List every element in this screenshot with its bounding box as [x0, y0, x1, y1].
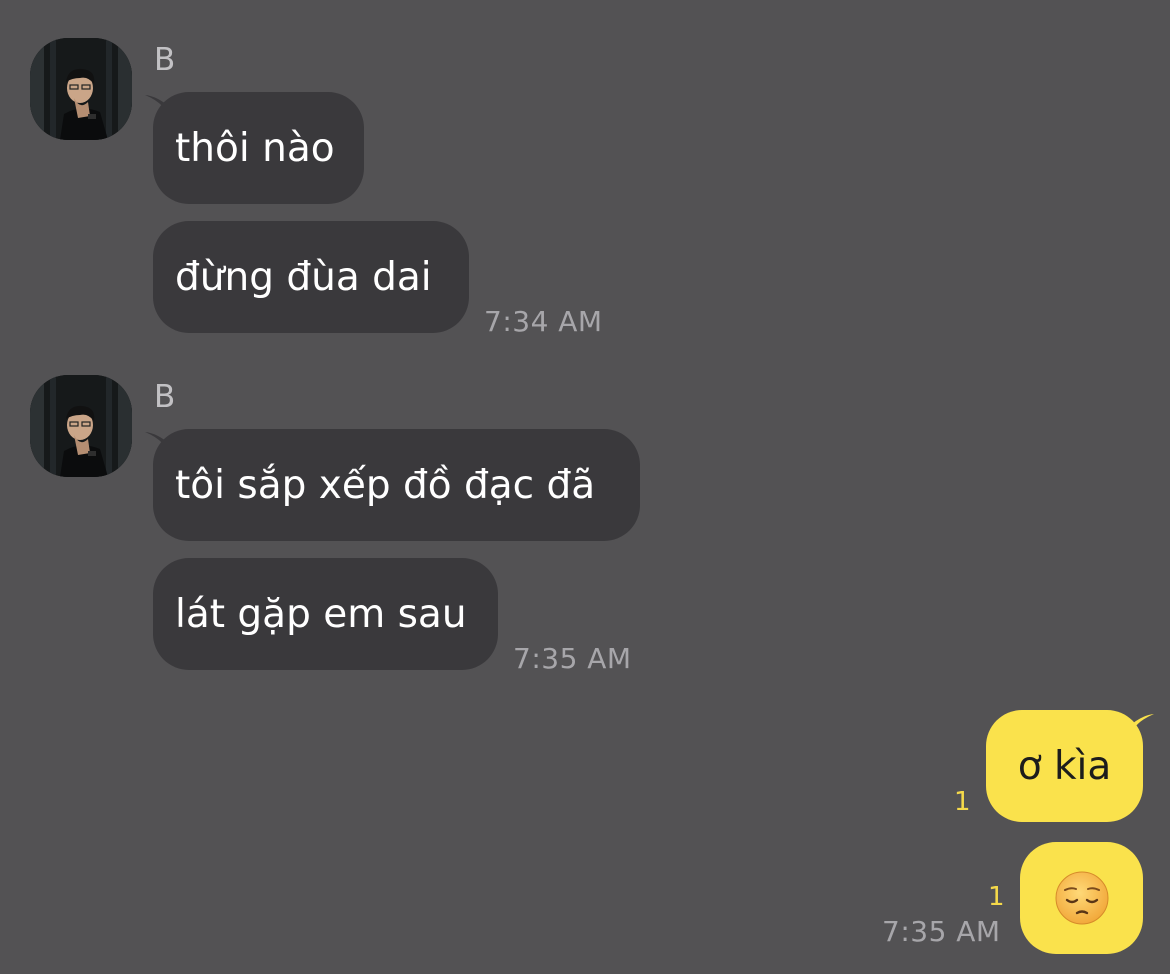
sender-name: B: [154, 379, 176, 415]
message-bubble[interactable]: tôi sắp xếp đồ đạc đã: [153, 429, 640, 541]
message-timestamp: 7:35 AM: [882, 915, 1001, 948]
message-timestamp: 7:34 AM: [484, 305, 603, 338]
sender-name: B: [154, 42, 176, 78]
profile-photo-icon: [30, 38, 132, 140]
message-text: đừng đùa dai: [175, 254, 432, 300]
message-bubble[interactable]: lát gặp em sau: [153, 558, 498, 670]
message-text: tôi sắp xếp đồ đạc đã: [175, 462, 596, 508]
emoji-bubble[interactable]: [1020, 842, 1143, 954]
message-text: lát gặp em sau: [175, 591, 467, 637]
avatar[interactable]: [30, 375, 132, 477]
unread-count: 1: [954, 787, 971, 817]
message-bubble[interactable]: ơ kìa: [986, 710, 1143, 822]
message-timestamp: 7:35 AM: [513, 642, 632, 675]
avatar[interactable]: [30, 38, 132, 140]
message-text: ơ kìa: [1017, 743, 1112, 789]
unread-count: 1: [988, 882, 1005, 912]
message-bubble[interactable]: đừng đùa dai: [153, 221, 469, 333]
profile-photo-icon: [30, 375, 132, 477]
message-text: thôi nào: [175, 125, 335, 171]
pensive-face-emoji-icon: [1055, 871, 1108, 925]
message-bubble[interactable]: thôi nào: [153, 92, 364, 204]
